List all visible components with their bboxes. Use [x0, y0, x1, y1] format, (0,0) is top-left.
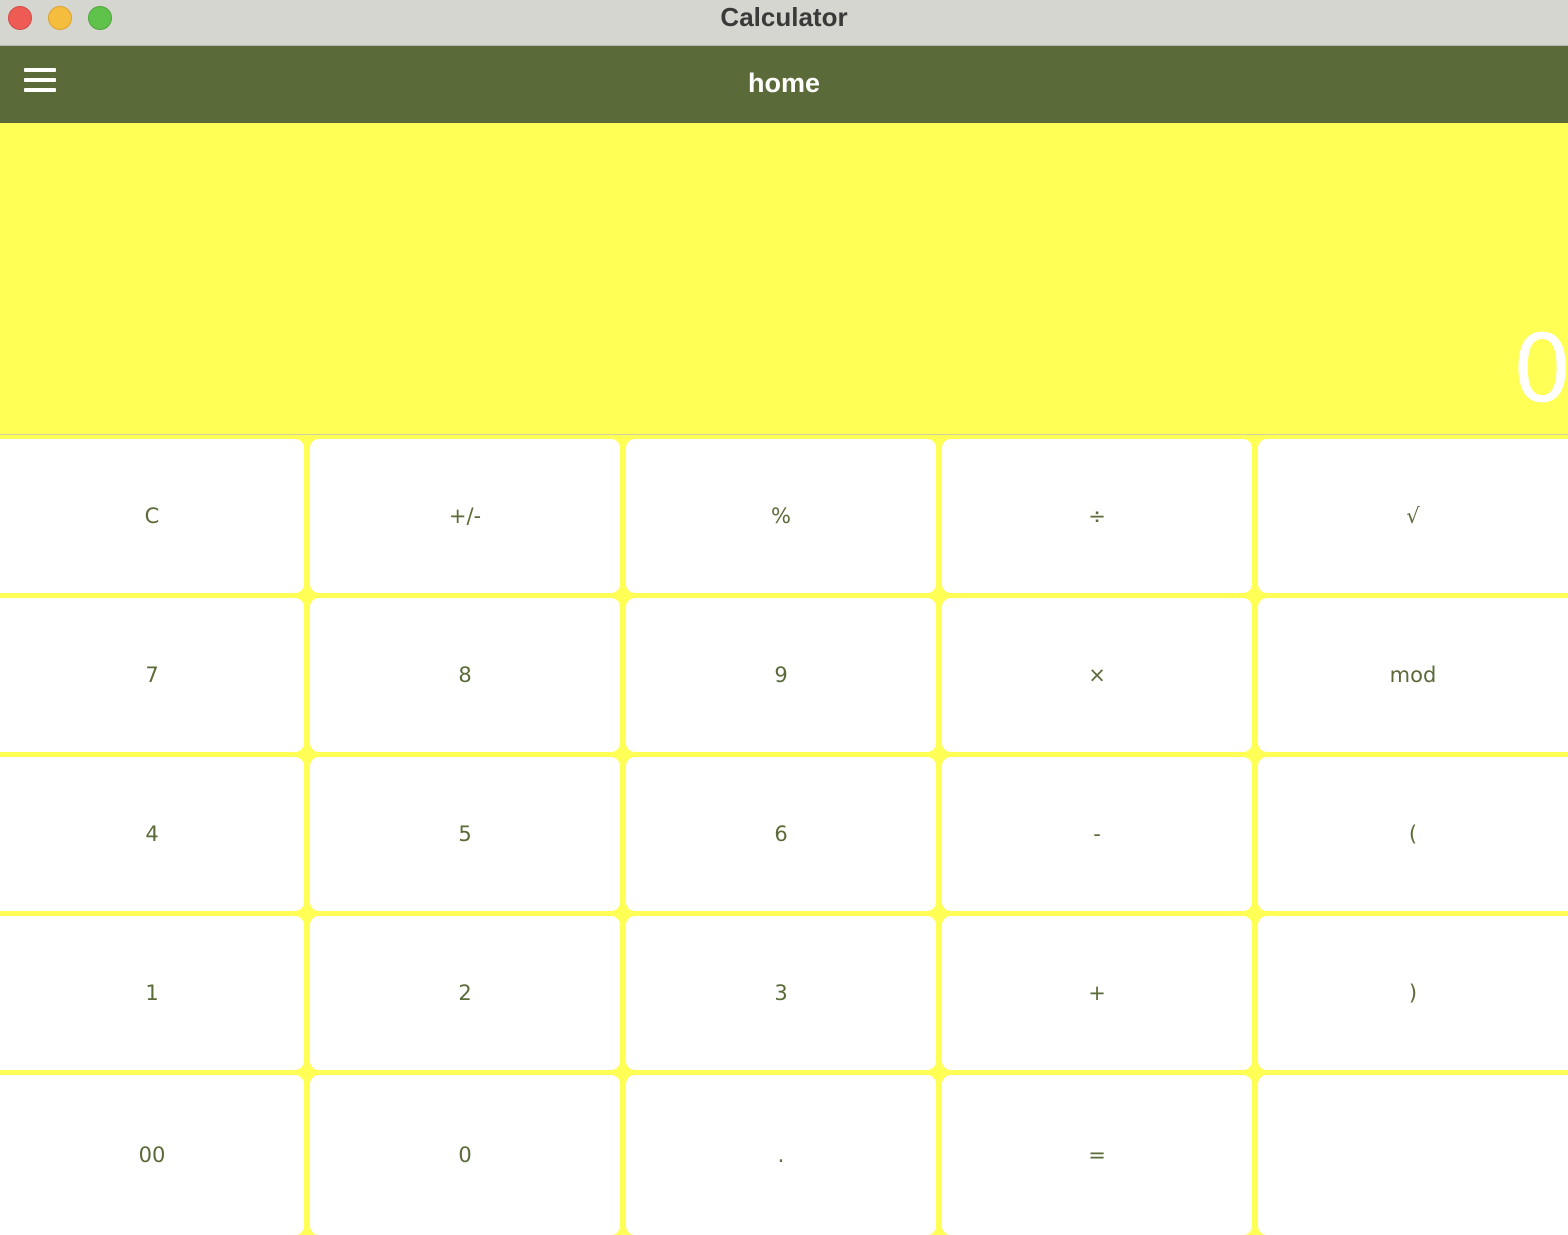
key-2[interactable]: 2	[310, 916, 620, 1070]
key-1[interactable]: 1	[0, 916, 304, 1070]
key-decimal[interactable]: .	[626, 1075, 936, 1235]
key-8[interactable]: 8	[310, 598, 620, 752]
key-7[interactable]: 7	[0, 598, 304, 752]
key-plus-minus[interactable]: +/-	[310, 439, 620, 593]
key-equals[interactable]: =	[942, 1075, 1252, 1235]
key-divide[interactable]: ÷	[942, 439, 1252, 593]
key-subtract[interactable]: -	[942, 757, 1252, 911]
key-3[interactable]: 3	[626, 916, 936, 1070]
key-4[interactable]: 4	[0, 757, 304, 911]
key-blank[interactable]	[1258, 1075, 1568, 1235]
key-9[interactable]: 9	[626, 598, 936, 752]
window-title: Calculator	[720, 2, 848, 32]
key-add[interactable]: +	[942, 916, 1252, 1070]
page-title: home	[747, 68, 820, 98]
app-bar: home	[0, 46, 1568, 123]
key-clear[interactable]: C	[0, 439, 304, 593]
key-double-zero[interactable]: 00	[0, 1075, 304, 1235]
key-5[interactable]: 5	[310, 757, 620, 911]
window-titlebar: Calculator	[0, 0, 1568, 46]
display-value: 0	[1512, 315, 1568, 424]
keypad: C +/- % ÷ √ 7 8 9 × mod 4 5 6 - ( 1 2 3 …	[0, 435, 1568, 1235]
key-close-paren[interactable]: )	[1258, 916, 1568, 1070]
key-square-root[interactable]: √	[1258, 439, 1568, 593]
key-multiply[interactable]: ×	[942, 598, 1252, 752]
key-mod[interactable]: mod	[1258, 598, 1568, 752]
key-percent[interactable]: %	[626, 439, 936, 593]
key-open-paren[interactable]: (	[1258, 757, 1568, 911]
key-6[interactable]: 6	[626, 757, 936, 911]
calculator-display: 0	[0, 123, 1568, 435]
key-0[interactable]: 0	[310, 1075, 620, 1235]
